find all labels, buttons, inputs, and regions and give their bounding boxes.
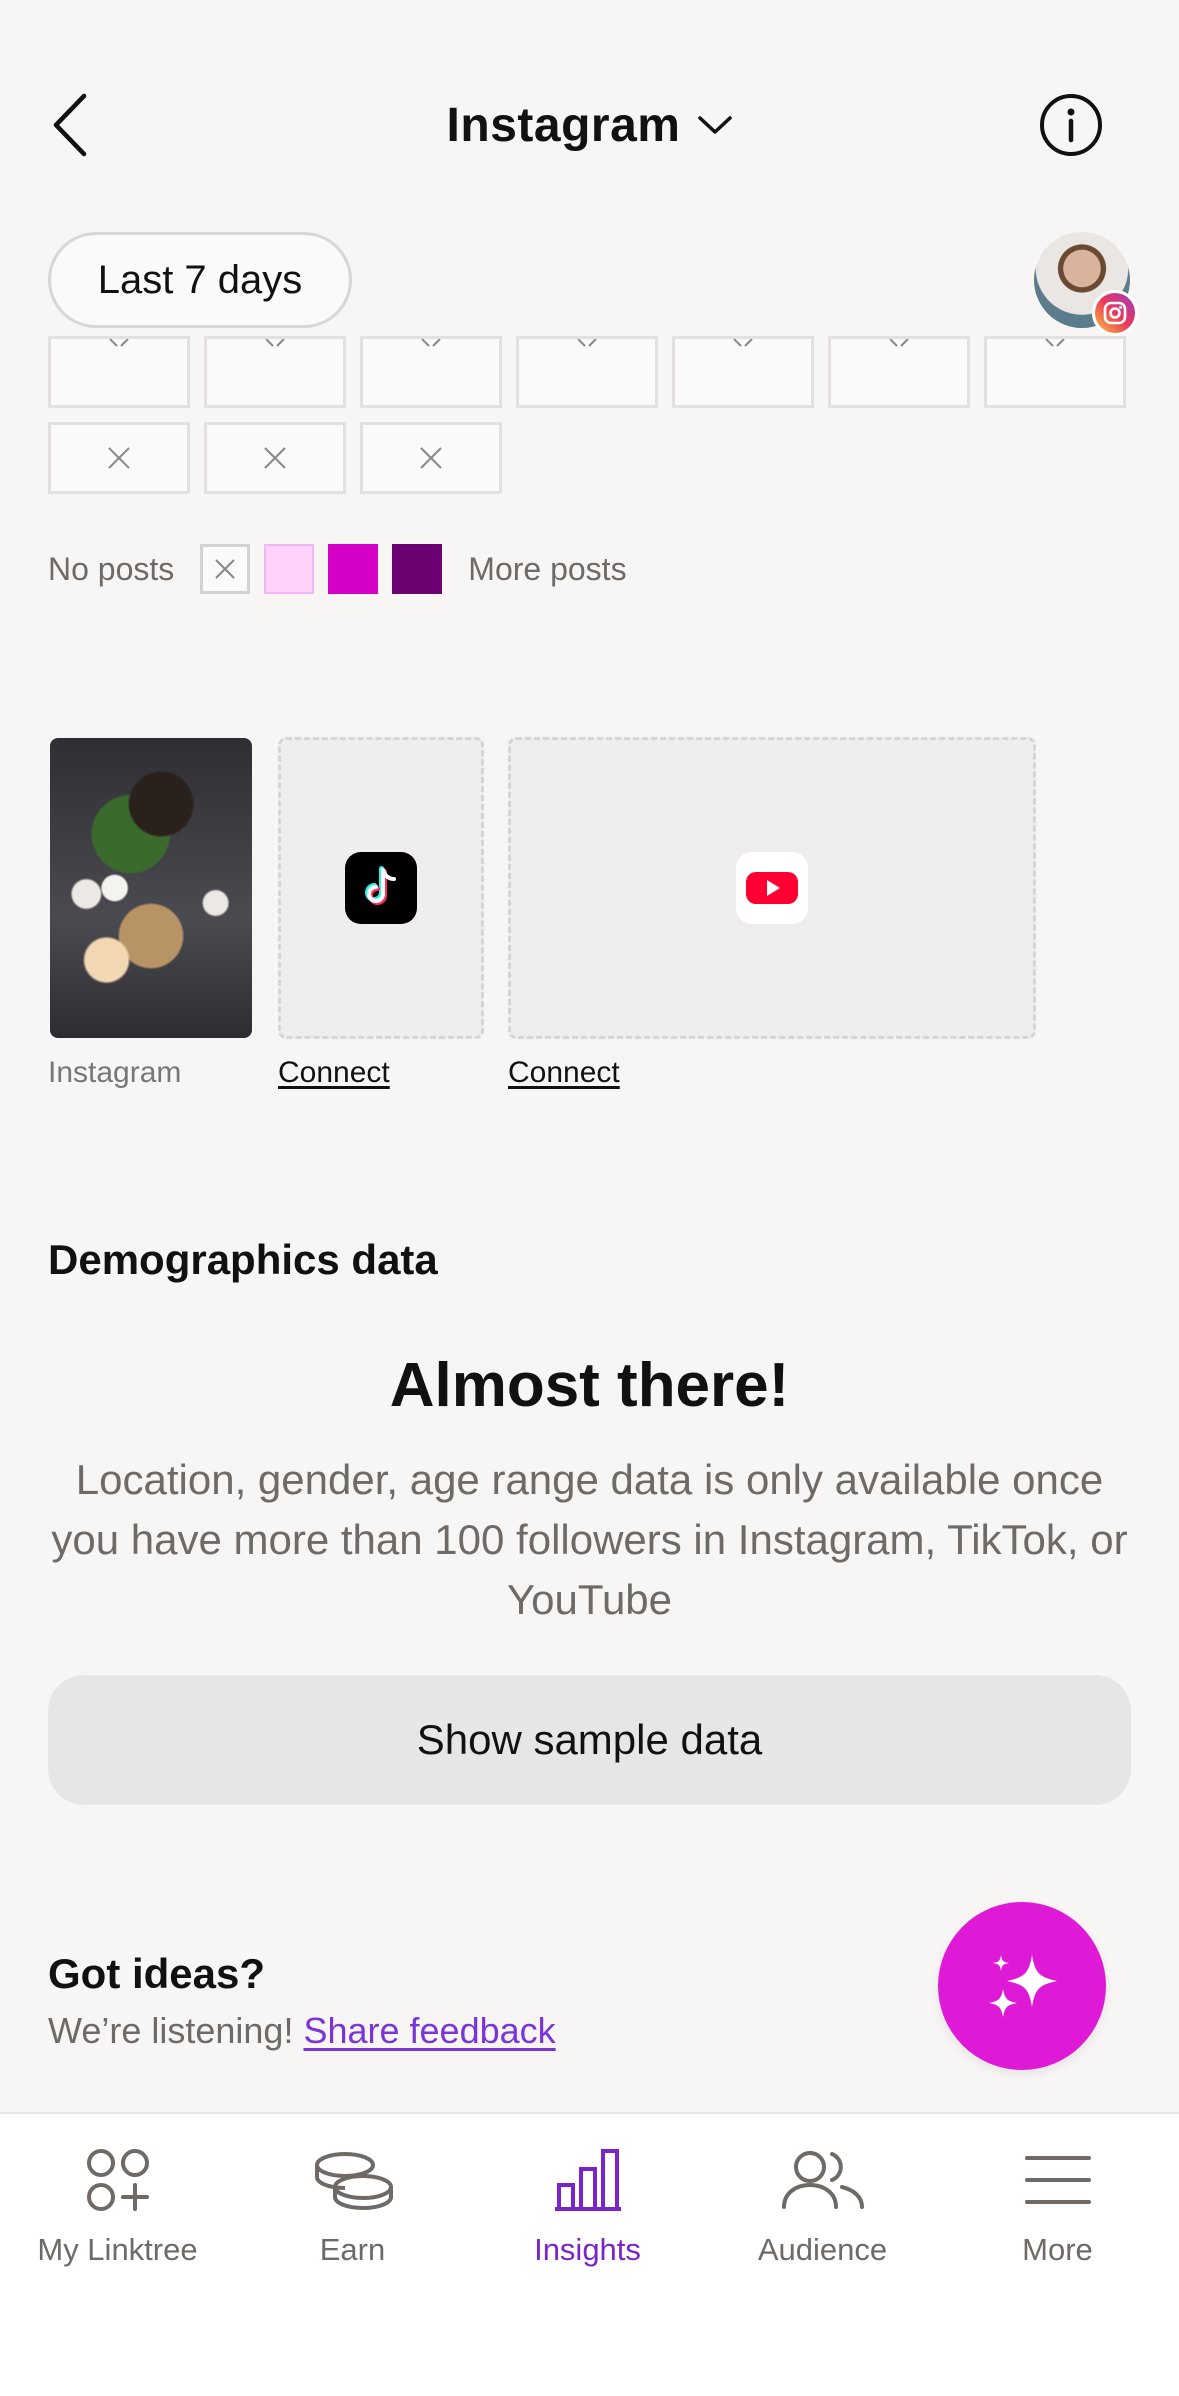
cross-icon [421,339,441,347]
cross-icon [264,447,286,469]
legend-swatch-mid [328,544,379,594]
cross-icon [889,339,909,347]
feedback-text: We’re listening! Share feedback [48,2010,556,2052]
show-sample-data-label: Show sample data [416,1716,763,1763]
cross-icon [108,447,130,469]
instagram-caption: Instagram [48,1056,182,1089]
bottom-navigation: My Linktree Earn Insights Audience More [0,2112,1179,2396]
share-feedback-link[interactable]: Share feedback [303,2010,555,2051]
youtube-placeholder[interactable] [508,737,1036,1039]
nav-item-earn[interactable]: Earn [235,2144,470,2274]
no-post-cell [984,336,1126,408]
nav-label: Insights [534,2232,641,2267]
people-icon [781,2151,864,2209]
feedback-prompt: We’re listening! [48,2010,294,2051]
youtube-icon [736,852,808,924]
instagram-badge-icon [1092,290,1138,336]
no-post-cell [516,336,658,408]
nav-label: My Linktree [37,2232,198,2267]
no-post-cell [672,336,814,408]
tiktok-connect-link[interactable]: Connect [278,1056,390,1090]
coins-icon [314,2152,393,2211]
cross-icon [215,559,235,579]
info-button[interactable] [1038,92,1104,158]
nav-label: Audience [757,2232,888,2267]
cross-icon [265,339,285,347]
tiktok-icon [345,852,417,924]
cross-icon [577,339,597,347]
nav-item-my-linktree[interactable]: My Linktree [0,2144,235,2274]
youtube-connect-link[interactable]: Connect [508,1056,620,1090]
date-range-label: Last 7 days [97,257,303,302]
activity-row-partial [48,336,1126,408]
profile-avatar[interactable] [1034,232,1138,336]
demographics-description: Location, gender, age range data is only… [51,1456,1128,1623]
nav-item-audience[interactable]: Audience [705,2144,940,2274]
nav-item-more[interactable]: More [940,2144,1175,2274]
feedback-heading: Got ideas? [48,1950,266,1997]
nav-label: Earn [319,2232,386,2267]
no-post-cell [360,422,502,494]
menu-icon [1024,2156,1091,2204]
nav-item-insights[interactable]: Insights [470,2144,705,2274]
legend-more-posts-label: More posts [468,550,627,587]
show-sample-data-button[interactable]: Show sample data [48,1675,1131,1805]
page-title: Instagram [446,98,681,152]
cross-icon [733,339,753,347]
no-post-cell [48,422,190,494]
nav-label: More [1022,2232,1093,2267]
cross-icon [109,339,129,347]
legend-no-posts-label: No posts [48,550,175,587]
almost-there-title: Almost there! [389,1351,790,1420]
account-selector[interactable]: Instagram [0,95,1179,155]
date-range-button[interactable]: Last 7 days [48,232,352,328]
cross-icon [1045,339,1065,347]
legend-swatch-high [392,544,443,594]
cross-icon [420,447,442,469]
info-icon [1040,94,1102,156]
no-post-cell [204,336,346,408]
no-post-cell [48,336,190,408]
bar-chart-icon [554,2149,621,2211]
demographics-heading: Demographics data [48,1236,438,1283]
no-post-cell [828,336,970,408]
linktree-icon [86,2149,149,2211]
activity-row [48,422,502,494]
legend-swatch-empty [200,544,251,594]
no-post-cell [204,422,346,494]
activity-legend: No posts More posts [48,542,627,596]
tiktok-placeholder[interactable] [278,737,484,1039]
instagram-post-thumbnail[interactable] [50,738,252,1038]
chevron-down-icon [698,116,733,134]
sparkles-icon [989,1955,1057,2017]
no-post-cell [360,336,502,408]
legend-swatch-low [264,544,315,594]
ai-assistant-button[interactable] [938,1902,1106,2070]
